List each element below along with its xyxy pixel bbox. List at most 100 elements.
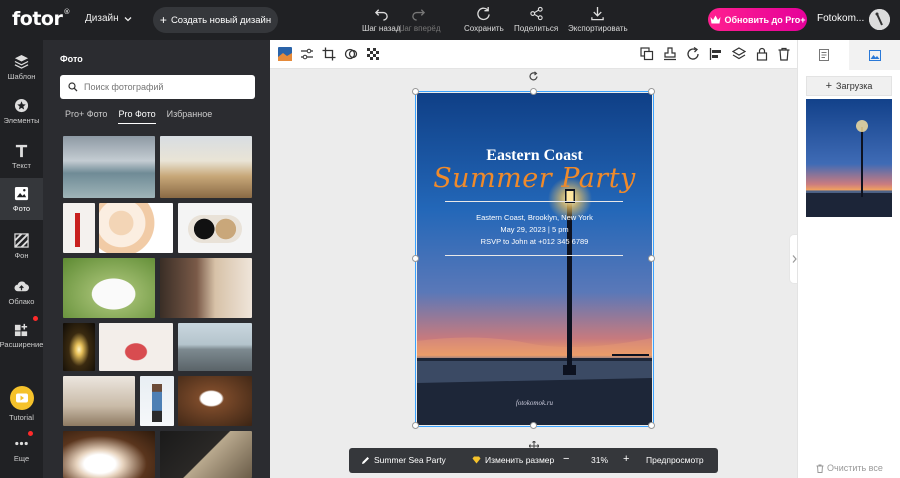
photo-thumbnail-eggs[interactable] [99,203,173,253]
chevron-down-icon [124,16,132,21]
adjust-tool[interactable] [300,47,314,61]
image-thumb-tool[interactable] [278,47,292,61]
rotate-tool[interactable] [686,46,700,61]
duplicate-tool[interactable] [640,47,654,61]
checkerboard-icon [367,48,379,60]
photo-thumbnail-candle[interactable] [63,203,95,253]
resize-handle-left[interactable] [412,255,419,262]
nav-elements[interactable]: Элементы [0,92,43,130]
photo-search-box[interactable] [60,75,255,99]
export-button[interactable]: Экспортировать [568,6,628,33]
stamp-tool[interactable] [663,47,677,61]
trash-icon [778,47,790,61]
upgrade-pro-button[interactable]: Обновить до Pro+ [708,8,807,31]
rotate-handle[interactable] [528,69,539,81]
uploaded-image-thumbnail[interactable] [806,99,892,217]
layers-tool[interactable] [731,47,747,61]
more-icon [15,441,28,445]
tab-pro-photo[interactable]: Pro Фото [118,109,156,124]
preview-button[interactable]: Предпросмотр [646,455,704,465]
share-button[interactable]: Поделиться [514,6,558,33]
crop-icon [322,47,336,61]
tab-pages[interactable] [798,40,849,70]
photo-tabs: Pro+ Фото Pro Фото Избранное [65,109,212,124]
design-menu[interactable]: Дизайн [85,13,132,24]
resize-handle-top-right[interactable] [648,88,655,95]
avatar[interactable] [869,9,890,30]
elements-icon [14,98,29,112]
fotor-logo[interactable]: fotor® [12,8,70,30]
delete-tool[interactable] [777,47,791,61]
background-icon [14,232,29,248]
tutorial-icon [9,386,34,410]
woman-shape [152,384,162,422]
effects-icon [344,48,358,60]
image-icon [868,49,881,61]
save-button[interactable]: Сохранить [464,6,504,33]
undo-icon [374,9,388,21]
template-icon [14,54,29,69]
move-handle[interactable] [528,438,540,452]
share-icon [529,6,543,21]
photo-thumbnail-white-dog[interactable] [63,258,155,318]
transparency-tool[interactable] [366,47,380,61]
username[interactable]: Fotokom... [817,13,864,24]
resize-handle-bottom[interactable] [530,422,537,429]
photo-thumbnail-coffee-beans[interactable] [63,376,135,426]
effects-tool[interactable] [344,47,358,61]
uploaded-image-preview [806,99,892,217]
nav-cloud[interactable]: Облако [0,273,43,311]
photo-search-input[interactable] [84,82,244,92]
resize-button[interactable]: Изменить размер [472,455,554,465]
resize-handle-top-left[interactable] [412,88,419,95]
extension-icon [14,323,28,336]
tab-pro-plus-photo[interactable]: Pro+ Фото [65,109,107,124]
photo-thumbnail-photographers[interactable] [160,258,252,318]
photo-thumbnail-sea-person[interactable] [63,136,155,198]
resize-handle-bottom-right[interactable] [648,422,655,429]
puppies-shape [188,215,242,243]
new-design-button[interactable]: + Создать новый дизайн [153,7,278,33]
nav-text[interactable]: Текст [0,137,43,175]
photo-icon [14,186,29,200]
photo-thumbnail-road[interactable] [178,323,252,371]
resize-handle-bottom-left[interactable] [412,422,419,429]
nav-photo[interactable]: Фото [0,178,43,220]
align-icon [709,48,721,60]
resize-handle-right[interactable] [648,255,655,262]
crop-tool[interactable] [322,47,336,61]
photo-thumbnail-coffee-cup[interactable] [178,376,252,426]
photo-panel: Фото Pro+ Фото Pro Фото Избранное [43,40,270,478]
undo-button[interactable]: Шаг назад [362,6,400,33]
nav-more[interactable]: Еще [0,434,43,464]
tab-favorites[interactable]: Избранное [167,109,213,124]
redo-button[interactable]: Шаг вперёд [397,6,441,33]
photo-thumbnail-woman[interactable] [140,376,174,426]
photo-thumbnail-mountains[interactable] [160,136,252,198]
lock-tool[interactable] [755,47,769,61]
registered-mark: ® [63,8,70,16]
tab-uploads[interactable] [849,40,900,70]
lock-icon [756,47,768,61]
align-tool[interactable] [709,47,723,61]
text-icon [15,144,28,157]
right-panel: + Загрузка Очистить все [797,40,900,478]
clear-all-button[interactable]: Очистить все [816,463,883,473]
plus-icon: + [825,80,833,92]
zoom-level: 31% [591,455,609,465]
zoom-in-button[interactable]: + [623,453,629,465]
photo-thumbnail-light[interactable] [63,323,95,371]
photo-thumbnail-coffee-mug[interactable] [63,431,155,478]
nav-template[interactable]: Шаблон [0,48,43,86]
photo-thumbnail-desk[interactable] [160,431,252,478]
photo-thumbnail-red-object[interactable] [99,323,173,371]
upload-button[interactable]: + Загрузка [806,76,892,96]
resize-handle-top[interactable] [530,88,537,95]
redo-icon [412,9,426,21]
photo-thumbnail-puppies[interactable] [178,203,252,253]
project-name[interactable]: Summer Sea Party [361,455,446,465]
nav-tutorial[interactable]: Tutorial [0,384,43,424]
nav-extension[interactable]: Расширение [0,316,43,354]
zoom-out-button[interactable]: − [563,453,569,465]
nav-background[interactable]: Фон [0,227,43,265]
